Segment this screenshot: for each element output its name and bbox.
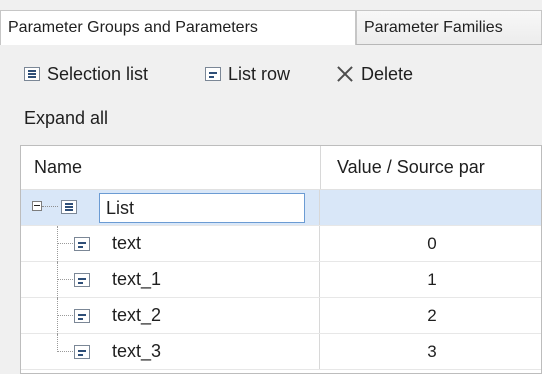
tree-branch-icon [57, 351, 75, 352]
tree-line-icon [57, 262, 58, 298]
delete-label: Delete [361, 63, 414, 84]
table-row[interactable]: text_1 1 [21, 262, 541, 298]
table-row[interactable]: text_3 3 [21, 334, 541, 370]
tree-line-icon [57, 298, 58, 334]
list-row-icon [205, 67, 221, 81]
row-name-cell[interactable]: text_1 [21, 262, 320, 298]
row-value-cell[interactable]: 2 [321, 298, 541, 333]
grid-header: Name Value / Source par [21, 146, 541, 190]
tree-connector [42, 206, 58, 207]
list-row[interactable]: List [21, 190, 541, 226]
list-row-icon [74, 273, 90, 287]
value-source-column-header[interactable]: Value / Source par [337, 146, 541, 189]
tree-branch-icon [57, 315, 75, 316]
row-value-cell[interactable]: 1 [321, 262, 541, 297]
list-name-cell[interactable]: List [21, 190, 320, 225]
list-row-icon [74, 237, 90, 251]
row-name-label: text_2 [112, 305, 162, 325]
collapse-toggle[interactable] [32, 201, 42, 211]
row-value-cell[interactable]: 0 [321, 226, 541, 261]
tree-branch-icon [57, 279, 75, 280]
list-row-icon [74, 345, 90, 359]
row-value-cell[interactable]: 3 [321, 334, 541, 369]
selection-list-icon [61, 200, 77, 214]
delete-button[interactable]: Delete [336, 60, 413, 88]
selection-list-label: Selection list [47, 63, 149, 84]
expand-all-link[interactable]: Expand all [24, 108, 108, 129]
selection-list-icon [24, 67, 40, 81]
row-name-cell[interactable]: text [21, 226, 320, 262]
row-name-cell[interactable]: text_2 [21, 298, 320, 334]
row-name-label: text_1 [112, 269, 162, 289]
row-name-label: text [112, 233, 142, 253]
selection-list-button[interactable]: Selection list [24, 60, 148, 88]
row-name-cell[interactable]: text_3 [21, 334, 320, 369]
tree-line-icon [57, 226, 58, 262]
row-name-label: text_3 [112, 341, 162, 361]
list-row-label: List row [228, 63, 291, 84]
table-row[interactable]: text_2 2 [21, 298, 541, 334]
tree-line-icon [57, 334, 58, 352]
list-name-field[interactable]: List [99, 193, 305, 223]
tab-parameter-families[interactable]: Parameter Families [356, 10, 542, 44]
column-divider[interactable] [320, 146, 321, 189]
list-row-icon [74, 309, 90, 323]
list-value-cell[interactable] [321, 190, 541, 225]
parameter-tabs: Parameter Groups and Parameters Paramete… [0, 0, 542, 45]
parameter-grid: Name Value / Source par List text 0 text… [20, 145, 542, 374]
tab-parameter-groups-and-parameters[interactable]: Parameter Groups and Parameters [0, 10, 356, 45]
parameter-toolbar: Selection list List row Delete [0, 52, 542, 98]
delete-icon [336, 65, 354, 83]
name-column-header[interactable]: Name [34, 146, 320, 189]
list-row-button[interactable]: List row [205, 60, 290, 88]
table-row[interactable]: text 0 [21, 226, 541, 262]
tree-branch-icon [57, 243, 75, 244]
